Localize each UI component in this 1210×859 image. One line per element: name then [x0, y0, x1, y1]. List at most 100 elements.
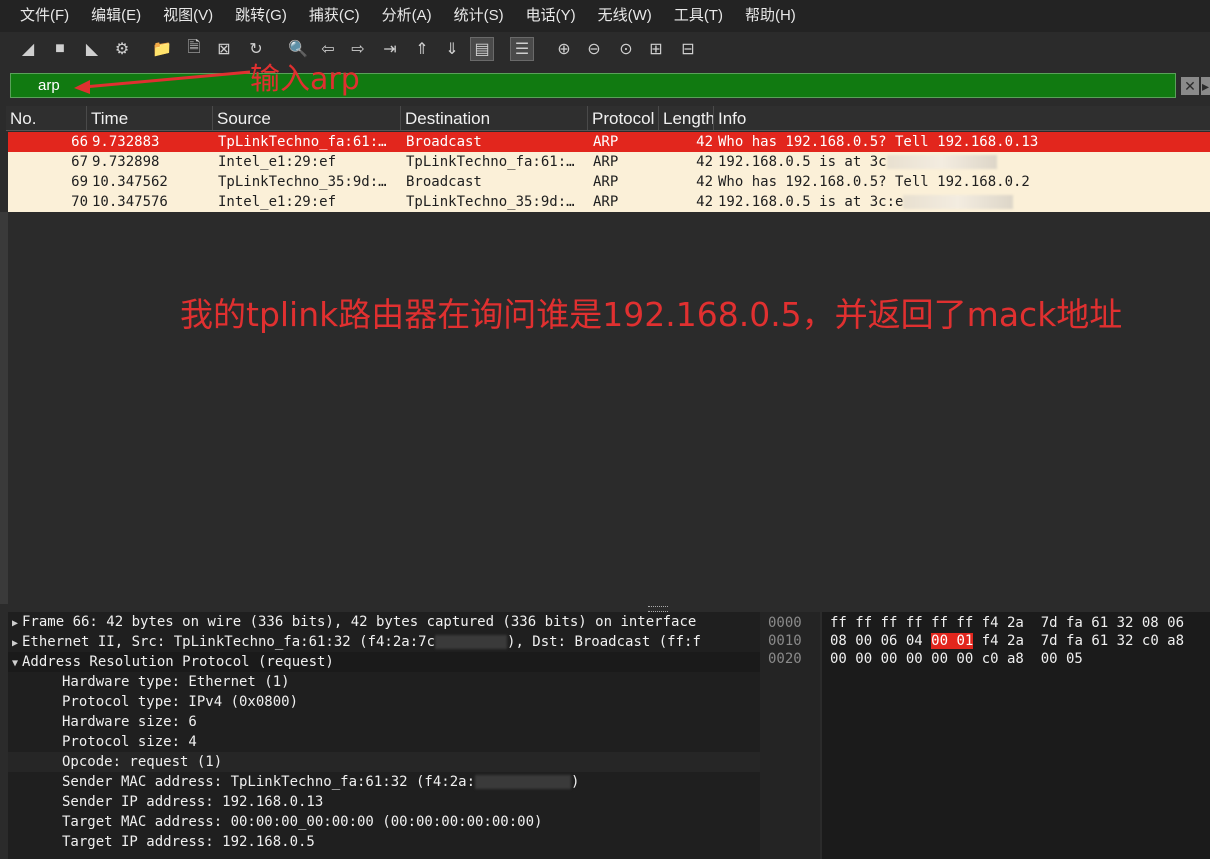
clear-filter-icon[interactable]: ✕	[1181, 77, 1199, 95]
menu-bar: 文件(F) 编辑(E) 视图(V) 跳转(G) 捕获(C) 分析(A) 统计(S) 电话(Y)…	[0, 0, 1210, 32]
menu-item[interactable]: 文件(F)	[0, 0, 80, 32]
menu-item[interactable]: 电话(Y)	[515, 0, 587, 32]
cell-text: 69	[71, 174, 88, 190]
tree-row-arp[interactable]: ▼ Address Resolution Protocol (request)	[8, 652, 760, 672]
zoom-in-icon[interactable]: ⊕	[552, 37, 576, 61]
packet-cell-source: TpLinkTechno_35:9d:…	[218, 172, 403, 192]
arp-field-row[interactable]: Hardware type: Ethernet (1)	[8, 672, 760, 692]
layout-icon[interactable]: ⊟	[676, 37, 700, 61]
arp-field-row[interactable]: Target IP address: 192.168.0.5	[8, 832, 760, 852]
packet-cell-source: Intel_e1:29:ef	[218, 152, 403, 172]
packet-cell-no: 70	[8, 192, 88, 212]
packet-row[interactable]: 70 10.347576 Intel_e1:29:ef TpLinkTechno_35…	[8, 192, 1210, 212]
packet-row[interactable]: 69 10.347562 TpLinkTechno_35:9d:… Broadcast…	[8, 172, 1210, 192]
arp-field-row[interactable]: Sender MAC address: TpLinkTechno_fa:61:3…	[8, 772, 760, 792]
zoom-out-icon[interactable]: ⊖	[582, 37, 606, 61]
arp-field-text: )	[571, 774, 580, 790]
packet-cell-protocol: ARP	[593, 172, 661, 192]
packet-cell-protocol: ARP	[593, 192, 661, 212]
arp-field-row[interactable]: Target MAC address: 00:00:00_00:00:00 (0…	[8, 812, 760, 832]
packet-cell-no: 69	[8, 172, 88, 192]
menu-item[interactable]: 分析(A)	[371, 0, 443, 32]
cell-text: Broadcast	[406, 174, 482, 190]
stop-icon[interactable]: ■	[48, 37, 72, 61]
menu-item[interactable]: 捕获(C)	[298, 0, 371, 32]
menu-item[interactable]: 工具(T)	[663, 0, 734, 32]
packet-cell-protocol: ARP	[593, 132, 661, 152]
arp-field-row[interactable]: Hardware size: 6	[8, 712, 760, 732]
pane-splitter[interactable]	[0, 604, 1210, 612]
tree-row-frame[interactable]: ▶ Frame 66: 42 bytes on wire (336 bits), …	[8, 612, 760, 632]
cell-text: 192.168.0.5 is at 3c	[718, 154, 887, 170]
open-folder-icon[interactable]: 📁	[150, 37, 174, 61]
tree-row-ethernet[interactable]: ▶ Ethernet II, Src: TpLinkTechno_fa:61:32…	[8, 632, 760, 652]
menu-item[interactable]: 视图(V)	[152, 0, 224, 32]
expand-arrow-icon[interactable]: ▶	[8, 634, 22, 652]
arp-field-text: Target IP address: 192.168.0.5	[62, 834, 315, 850]
options-gear-icon[interactable]: ⚙	[110, 37, 134, 61]
column-no[interactable]: No.	[6, 106, 87, 130]
menu-item[interactable]: 无线(W)	[587, 0, 663, 32]
annotation-arrow	[74, 70, 251, 94]
file-icon[interactable]: 🗎	[182, 37, 206, 61]
last-packet-icon[interactable]: ⇓	[440, 37, 464, 61]
hex-line[interactable]: 08 00 06 04 00 01 f4 2a 7d fa 61 32 c0 a…	[830, 632, 1184, 650]
cell-text: ARP	[593, 134, 619, 150]
cell-text: 192.168.0.5 is at 3c:e	[718, 194, 904, 210]
autoscroll-icon[interactable]: ▤	[470, 37, 494, 61]
arp-field-text: Target MAC address: 00:00:00_00:00:00 (0…	[62, 814, 543, 830]
first-packet-icon[interactable]: ⇑	[410, 37, 434, 61]
apply-filter-icon[interactable]: ▸	[1201, 77, 1210, 95]
restart-icon[interactable]: ◣	[80, 37, 104, 61]
collapse-arrow-icon[interactable]: ▼	[8, 654, 22, 672]
arp-field-row[interactable]: Protocol type: IPv4 (0x0800)	[8, 692, 760, 712]
packet-row[interactable]: 66 9.732883 TpLinkTechno_fa:61:… Broadcast A…	[8, 132, 1210, 152]
arp-field-row[interactable]: Opcode: request (1)	[8, 752, 760, 772]
packet-cell-destination: TpLinkTechno_35:9d:…	[406, 192, 588, 212]
packet-cell-length: 42	[663, 132, 713, 152]
menu-item[interactable]: 跳转(G)	[224, 0, 298, 32]
arp-field-text: Opcode: request (1)	[62, 754, 223, 770]
cell-text: Intel_e1:29:ef	[218, 154, 337, 170]
menu-item[interactable]: 统计(S)	[443, 0, 515, 32]
cell-text: ARP	[593, 194, 619, 210]
packet-cell-time: 10.347562	[92, 172, 212, 192]
cell-text: TpLinkTechno_35:9d:…	[218, 174, 387, 190]
hex-line[interactable]: 00 00 00 00 00 00 c0 a8 00 05	[830, 650, 1083, 668]
zoom-normal-icon[interactable]: ⊙	[614, 37, 638, 61]
goto-packet-icon[interactable]: ⇥	[378, 37, 402, 61]
column-protocol[interactable]: Protocol	[588, 106, 659, 130]
redacted-block	[475, 775, 572, 789]
resize-columns-icon[interactable]: ⊞	[644, 37, 668, 61]
menu-item[interactable]: 编辑(E)	[80, 0, 152, 32]
column-time[interactable]: Time	[87, 106, 213, 130]
packet-cell-source: TpLinkTechno_fa:61:…	[218, 132, 403, 152]
redacted-block	[435, 635, 508, 649]
packet-cell-time: 10.347576	[92, 192, 212, 212]
arp-field-row[interactable]: Protocol size: 4	[8, 732, 760, 752]
packet-details-pane: ▶ Frame 66: 42 bytes on wire (336 bits), …	[8, 612, 760, 859]
expand-arrow-icon[interactable]: ▶	[8, 614, 22, 632]
offset: 0010	[768, 633, 802, 649]
colorize-icon[interactable]: ☰	[510, 37, 534, 61]
cell-text: TpLinkTechno_35:9d:…	[406, 194, 575, 210]
arp-field-row[interactable]: Sender IP address: 192.168.0.13	[8, 792, 760, 812]
cell-text: 9.732898	[92, 154, 160, 170]
column-length[interactable]: Length	[659, 106, 714, 130]
cell-text: ARP	[593, 174, 619, 190]
packet-cell-destination: Broadcast	[406, 132, 588, 152]
packet-cell-length: 42	[663, 152, 713, 172]
menu-item[interactable]: 帮助(H)	[734, 0, 807, 32]
packet-list-empty-area	[8, 212, 1210, 605]
column-info[interactable]: Info	[714, 106, 1210, 130]
column-destination[interactable]: Destination	[401, 106, 588, 130]
hex-line[interactable]: ff ff ff ff ff ff f4 2a 7d fa 61 32 08 0…	[830, 614, 1184, 632]
close-file-icon[interactable]: ⊠	[212, 37, 236, 61]
filter-value: arp	[38, 77, 60, 94]
column-source[interactable]: Source	[213, 106, 401, 130]
packet-row[interactable]: 67 9.732898 Intel_e1:29:ef TpLinkTechno_fa:…	[8, 152, 1210, 172]
arp-field-text: Hardware type: Ethernet (1)	[62, 674, 290, 690]
ethernet-summary-end: ), Dst: Broadcast (ff:f	[507, 634, 701, 650]
shark-fin-start-icon[interactable]: ◢	[16, 37, 40, 61]
packet-cell-length: 42	[663, 192, 713, 212]
